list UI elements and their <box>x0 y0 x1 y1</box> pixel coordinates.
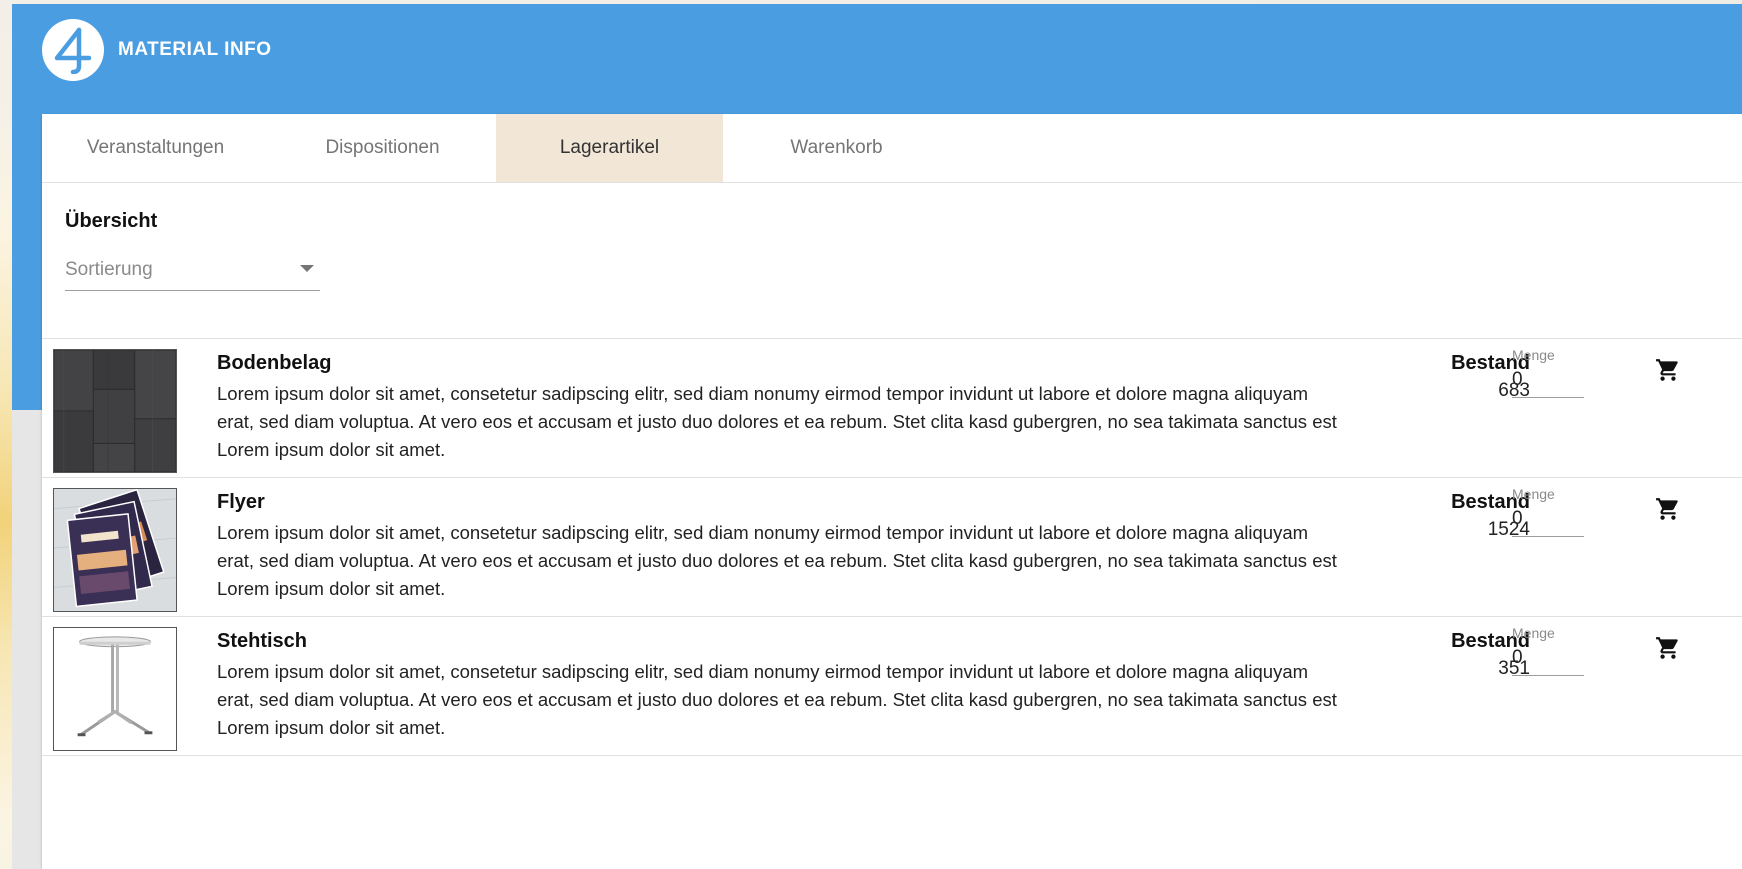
caret-down-icon <box>300 265 314 272</box>
tab-lagerartikel[interactable]: Lagerartikel <box>496 114 723 182</box>
main-card: Veranstaltungen Dispositionen Lagerartik… <box>42 114 1742 869</box>
quantity-label: Menge <box>1512 625 1555 641</box>
add-to-cart-button[interactable] <box>1655 357 1681 383</box>
item-description: Lorem ipsum dolor sit amet, consetetur s… <box>217 522 1337 599</box>
cart-icon <box>1656 359 1678 381</box>
tab-label: Warenkorb <box>790 137 883 158</box>
item-description: Lorem ipsum dolor sit amet, consetetur s… <box>217 661 1337 738</box>
quantity-field: Menge <box>1512 625 1584 676</box>
tab-warenkorb[interactable]: Warenkorb <box>723 114 950 182</box>
tab-dispositionen[interactable]: Dispositionen <box>269 114 496 182</box>
tab-label: Dispositionen <box>325 137 440 158</box>
item-name: Flyer <box>217 491 265 513</box>
item-name: Stehtisch <box>217 630 308 652</box>
item-name: Bodenbelag <box>217 352 332 374</box>
brand-title: MATERIAL INFO <box>118 39 272 60</box>
app-frame: MATERIAL INFO Veranstaltungen Dispositio… <box>12 4 1742 869</box>
quantity-input[interactable] <box>1512 647 1582 669</box>
quantity-input[interactable] <box>1512 369 1582 391</box>
tab-label: Veranstaltungen <box>86 137 225 158</box>
list-item: Stehtisch Lorem ipsum dolor sit amet, co… <box>42 617 1742 756</box>
section-title: Übersicht <box>65 210 158 232</box>
quantity-input[interactable] <box>1512 508 1582 530</box>
add-to-cart-button[interactable] <box>1655 496 1681 522</box>
list-item: Bodenbelag Lorem ipsum dolor sit amet, c… <box>42 339 1742 478</box>
sort-placeholder: Sortierung <box>65 259 153 280</box>
quantity-field: Menge <box>1512 347 1584 398</box>
tab-label: Lagerartikel <box>559 137 660 158</box>
item-description: Lorem ipsum dolor sit amet, consetetur s… <box>217 383 1337 460</box>
quantity-label: Menge <box>1512 347 1555 363</box>
list-item: Flyer Lorem ipsum dolor sit amet, conset… <box>42 478 1742 617</box>
add-to-cart-button[interactable] <box>1655 635 1681 661</box>
cart-icon <box>1656 637 1678 659</box>
item-list: Bodenbelag Lorem ipsum dolor sit amet, c… <box>42 338 1742 756</box>
brand[interactable]: MATERIAL INFO <box>42 19 272 81</box>
tab-veranstaltungen[interactable]: Veranstaltungen <box>42 114 269 182</box>
logo-four-icon <box>54 27 92 74</box>
high-table-image <box>53 627 177 751</box>
tab-bar: Veranstaltungen Dispositionen Lagerartik… <box>42 114 1742 183</box>
sort-select[interactable]: Sortierung <box>65 254 320 291</box>
cart-icon <box>1656 498 1678 520</box>
quantity-label: Menge <box>1512 486 1555 502</box>
quantity-field: Menge <box>1512 486 1584 537</box>
floor-tiles-image <box>53 349 177 473</box>
flyer-stack-image <box>53 488 177 612</box>
brand-logo <box>42 19 104 81</box>
